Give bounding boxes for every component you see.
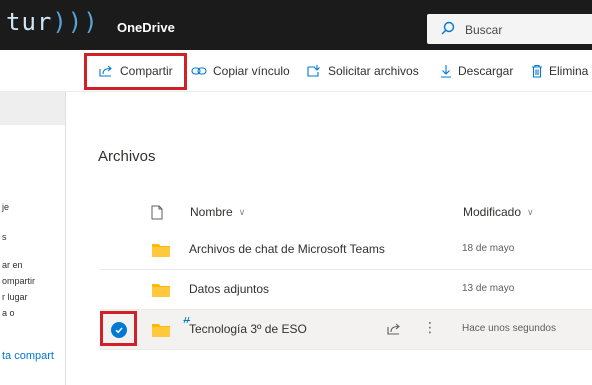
delete-label: Elimina (549, 64, 589, 78)
more-options-icon[interactable]: ⋮ (423, 320, 437, 334)
nav-text: ar en (2, 260, 23, 270)
logo: tur))) (6, 8, 99, 36)
app-name[interactable]: OneDrive (117, 20, 175, 35)
download-icon (441, 65, 451, 78)
file-modified: 13 de mayo (462, 283, 515, 294)
search-placeholder: Buscar (465, 23, 503, 37)
file-modified: 18 de mayo (462, 243, 515, 254)
nav-text: s (2, 232, 7, 242)
name-column-header[interactable]: Nombre ∨ (190, 200, 245, 224)
nav-link[interactable]: ta compart (2, 350, 54, 362)
file-row[interactable]: Archivos de chat de Microsoft Teams 18 d… (100, 230, 592, 270)
request-files-icon (307, 65, 320, 77)
share-icon[interactable] (386, 322, 402, 336)
nav-text: r lugar (2, 292, 28, 302)
request-files-label: Solicitar archivos (328, 64, 419, 78)
search-box[interactable]: Buscar (427, 14, 592, 44)
trash-icon (532, 64, 542, 78)
request-files-button[interactable]: Solicitar archivos (306, 62, 419, 80)
file-type-header[interactable] (151, 200, 163, 224)
download-button[interactable]: Descargar (440, 62, 513, 80)
folder-icon (152, 324, 170, 337)
copy-link-button[interactable]: Copiar vínculo (191, 62, 290, 80)
file-name[interactable]: Tecnología 3º de ESO (189, 322, 307, 336)
highlight-box-check (100, 311, 137, 346)
nav-text: a o (2, 308, 15, 318)
link-icon (191, 67, 207, 75)
search-icon (441, 21, 455, 35)
page-title: Archivos (98, 148, 156, 165)
left-nav: je s ar en ompartir r lugar a o ta compa… (0, 92, 66, 385)
nav-selected-band[interactable] (0, 92, 65, 125)
highlight-box-share (84, 53, 187, 90)
folder-icon (152, 284, 170, 297)
chevron-down-icon: ∨ (238, 206, 246, 217)
download-label: Descargar (458, 64, 514, 78)
file-row[interactable]: Datos adjuntos 13 de mayo (100, 270, 592, 310)
file-name[interactable]: Datos adjuntos (189, 282, 269, 296)
delete-button[interactable]: Elimina (531, 62, 588, 80)
file-row-selected[interactable]: Tecnología 3º de ESO ⋮ Hace unos segundo… (100, 310, 592, 350)
copy-link-label: Copiar vínculo (213, 64, 290, 78)
nav-text: ompartir (2, 276, 36, 286)
file-name[interactable]: Archivos de chat de Microsoft Teams (189, 242, 385, 256)
file-modified: Hace unos segundos (462, 323, 556, 334)
nav-text: je (2, 202, 10, 212)
top-bar: tur))) OneDrive Buscar (0, 0, 592, 50)
document-icon (151, 205, 163, 219)
chevron-down-icon: ∨ (527, 206, 534, 217)
modified-column-header[interactable]: Modificado ∨ (463, 200, 534, 224)
folder-icon (152, 244, 170, 257)
